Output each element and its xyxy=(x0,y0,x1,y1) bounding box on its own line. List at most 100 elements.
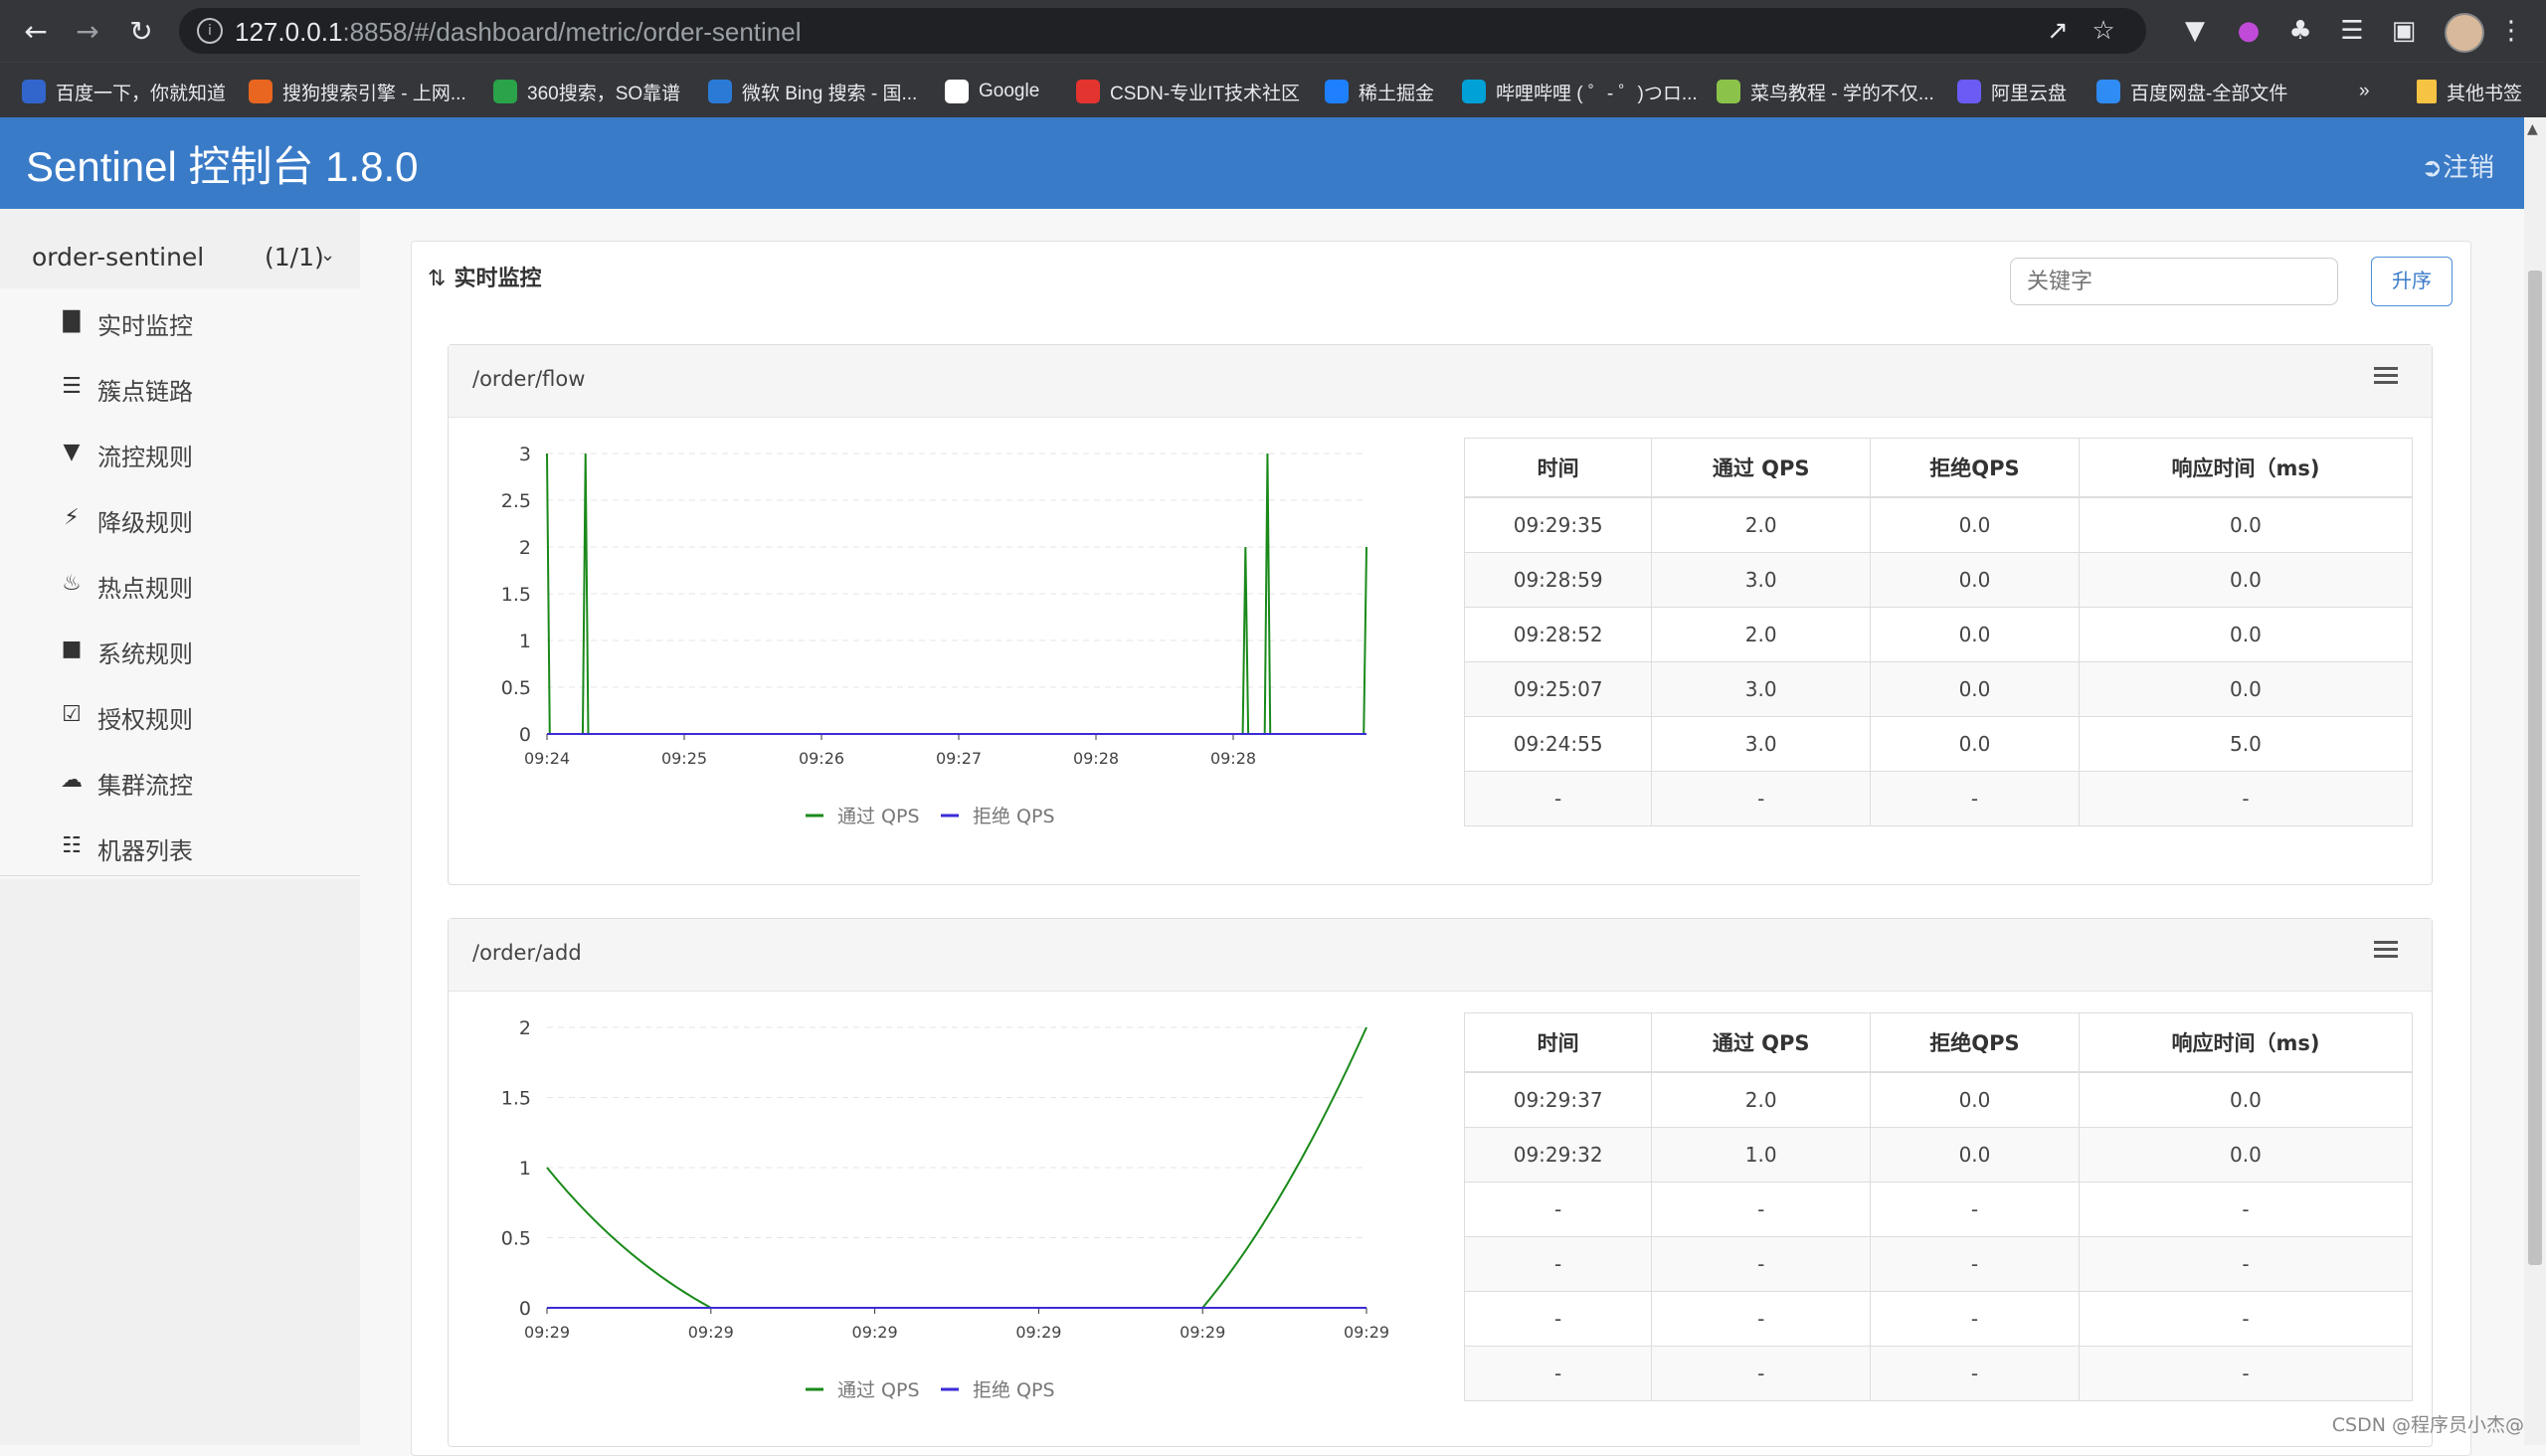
bookmark-label: 搜狗搜索引擎 - 上网... xyxy=(282,83,466,104)
sidebar-item-label: 系统规则 xyxy=(97,640,193,668)
table-header-row: 时间 通过 QPS 拒绝QPS 响应时间（ms) xyxy=(1463,1012,2414,1073)
bookmarks-bar: » 其他书签 百度一下，你就知道 搜狗搜索引擎 - 上网... 360搜索，SO靠谱… xyxy=(0,62,2546,118)
legend-label: 拒绝 QPS xyxy=(973,806,1055,827)
y-tick-label: 1.5 xyxy=(501,1088,531,1110)
app-header: Sentinel 控制台 1.8.0 ➲注销 xyxy=(0,117,2524,209)
bookmark-5[interactable]: CSDN-专业IT技术社区 xyxy=(1076,78,1300,105)
bookmark-1[interactable]: 搜狗搜索引擎 - 上网... xyxy=(249,78,466,105)
y-tick-label: 0.5 xyxy=(501,1228,531,1250)
y-tick-label: 1.5 xyxy=(501,584,531,606)
bookmark-label: Google xyxy=(979,81,1040,101)
card-header: /order/flow xyxy=(449,345,2432,418)
metric-table-order-flow: 时间 通过 QPS 拒绝QPS 响应时间（ms) 09:29:35 2.0 0.0 0.0 09… xyxy=(1463,438,2414,826)
browser-menu-icon[interactable]: ⋮ xyxy=(2494,14,2528,48)
sidebar-menu: ▇ 实时监控 ☰ 簇点链路 ▼ 流控规则 ⚡ 降级规则 ♨ 热点规则 ■ 系统规则 ☑ 授权规则 ☁ 集群流控… xyxy=(0,288,360,879)
sidebar-item-4[interactable]: ♨ 热点规则 xyxy=(0,551,360,617)
extension-globe-icon[interactable]: ● xyxy=(2232,14,2266,48)
sidebar-item-6[interactable]: ☑ 授权规则 xyxy=(0,682,360,748)
table-header-row: 时间 通过 QPS 拒绝QPS 响应时间（ms) xyxy=(1463,438,2414,498)
qps-chart-order-add: 0 0.5 1 1.5 2 09:29 09:29 09:29 09:29 09:29 09:29 通… xyxy=(501,1017,1389,1401)
card-menu-icon[interactable] xyxy=(2374,941,2398,961)
column-header: 时间 xyxy=(1463,1012,1653,1073)
x-tick-label: 09:29 xyxy=(1344,1323,1389,1342)
sidebar-item-8[interactable]: ☷ 机器列表 xyxy=(0,814,360,879)
bookmark-2[interactable]: 360搜索，SO靠谱 xyxy=(493,78,680,105)
bookmark-0[interactable]: 百度一下，你就知道 xyxy=(22,78,226,105)
x-tick-label: 09:28 xyxy=(1210,749,1256,768)
bookmark-4[interactable]: Google xyxy=(945,78,1039,105)
sort-icon: ⇅ xyxy=(428,267,447,291)
app-machine-count: (1/1) xyxy=(265,243,324,272)
back-icon[interactable]: ← xyxy=(16,12,56,52)
table-row: 09:28:52 2.0 0.0 0.0 xyxy=(1463,607,2414,662)
x-tick-label: 09:24 xyxy=(524,749,570,768)
bookmark-9[interactable]: 阿里云盘 xyxy=(1957,78,2067,105)
y-tick-label: 1 xyxy=(519,1158,531,1180)
x-tick-label: 09:25 xyxy=(661,749,707,768)
reload-icon[interactable]: ↻ xyxy=(121,12,161,52)
bookmark-other[interactable]: 其他书签 xyxy=(2417,78,2522,105)
bookmark-star-icon[interactable]: ☆ xyxy=(2089,16,2118,46)
table-cell: 2.0 xyxy=(1651,496,1872,553)
table-cell: - xyxy=(2078,1346,2414,1401)
sidebar-item-1[interactable]: ☰ 簇点链路 xyxy=(0,354,360,420)
media-icon[interactable]: ☰ xyxy=(2335,14,2369,48)
keyword-search-input[interactable] xyxy=(2010,258,2338,305)
bookmark-label: 稀土掘金 xyxy=(1359,83,1435,104)
scroll-up-arrow[interactable]: ▲ xyxy=(2527,121,2538,137)
share-icon[interactable]: ↗ xyxy=(2043,16,2073,46)
extensions-puzzle-icon[interactable]: ♣ xyxy=(2283,14,2317,48)
bookmark-6[interactable]: 稀土掘金 xyxy=(1325,78,1434,105)
sidebar-item-7[interactable]: ☁ 集群流控 xyxy=(0,748,360,814)
bookmark-label: 阿里云盘 xyxy=(1991,83,2068,104)
lock-icon: ■ xyxy=(61,637,83,661)
sogou-icon xyxy=(249,80,273,103)
sidebar-item-3[interactable]: ⚡ 降级规则 xyxy=(0,485,360,551)
table-cell: - xyxy=(1463,1236,1653,1292)
table-cell: 2.0 xyxy=(1651,607,1872,662)
sidebar-item-0[interactable]: ▇ 实时监控 xyxy=(0,288,360,354)
site-info-icon[interactable]: i xyxy=(197,18,223,44)
baidu-icon xyxy=(22,80,46,103)
table-cell: 0.0 xyxy=(1870,1127,2080,1183)
sidebar-item-label: 簇点链路 xyxy=(97,378,193,406)
bookmark-label: 百度一下，你就知道 xyxy=(56,83,227,104)
column-header: 通过 QPS xyxy=(1651,1012,1872,1073)
x-tick-label: 09:29 xyxy=(1180,1323,1225,1342)
bookmark-label: 360搜索，SO靠谱 xyxy=(527,83,681,104)
bookmark-8[interactable]: 菜鸟教程 - 学的不仅... xyxy=(1717,78,1934,105)
sidebar-item-5[interactable]: ■ 系统规则 xyxy=(0,617,360,682)
side-panel-icon[interactable]: ▣ xyxy=(2387,14,2421,48)
table-cell: - xyxy=(1651,1182,1872,1237)
x-tick-label: 09:29 xyxy=(688,1323,734,1342)
app-title[interactable]: Sentinel 控制台 1.8.0 xyxy=(26,133,419,194)
url-text[interactable]: 127.0.0.1:8858/#/dashboard/metric/order-… xyxy=(235,17,801,48)
card-menu-icon[interactable] xyxy=(2374,367,2398,387)
bookmark-7[interactable]: 哔哩哔哩 ( ゜- ゜)つロ... xyxy=(1462,78,1698,105)
profile-avatar[interactable] xyxy=(2445,13,2484,53)
extension-v-icon[interactable]: ▼ xyxy=(2178,14,2212,48)
table-cell: 09:29:32 xyxy=(1463,1127,1653,1183)
table-cell: 0.0 xyxy=(2078,552,2414,608)
y-tick-label: 0.5 xyxy=(501,677,531,699)
table-cell: - xyxy=(1870,1346,2080,1401)
bookmark-3[interactable]: 微软 Bing 搜索 - 国... xyxy=(708,78,917,105)
scroll-thumb[interactable] xyxy=(2528,271,2542,1265)
bookmarks-more[interactable]: » xyxy=(2359,78,2370,105)
app-name: order-sentinel xyxy=(32,243,205,272)
x-tick-label: 09:26 xyxy=(799,749,844,768)
logout-link[interactable]: ➲注销 xyxy=(2421,147,2494,184)
bookmark-10[interactable]: 百度网盘-全部文件 xyxy=(2096,78,2287,105)
qps-chart-order-flow: 0 0.5 1 1.5 2 2.5 3 09:24 09:25 09:26 09:27 09:28 09… xyxy=(501,444,1367,827)
table-cell: - xyxy=(1651,1346,1872,1401)
sidebar: order-sentinel (1/1) ⌄ ▇ 实时监控 ☰ 簇点链路 ▼ 流控规则 ⚡ 降… xyxy=(0,209,360,1445)
app-selector[interactable]: order-sentinel (1/1) ⌄ xyxy=(0,229,360,288)
sidebar-item-2[interactable]: ▼ 流控规则 xyxy=(0,420,360,485)
address-bar[interactable]: i 127.0.0.1:8858/#/dashboard/metric/orde… xyxy=(179,8,2146,54)
sidebar-item-label: 流控规则 xyxy=(97,444,193,471)
y-tick-label: 2 xyxy=(519,537,531,559)
column-header: 拒绝QPS xyxy=(1870,438,2080,498)
sort-ascending-button[interactable]: 升序 xyxy=(2371,257,2453,306)
forward-icon[interactable]: → xyxy=(68,12,107,52)
y-tick-label: 2 xyxy=(519,1017,531,1039)
